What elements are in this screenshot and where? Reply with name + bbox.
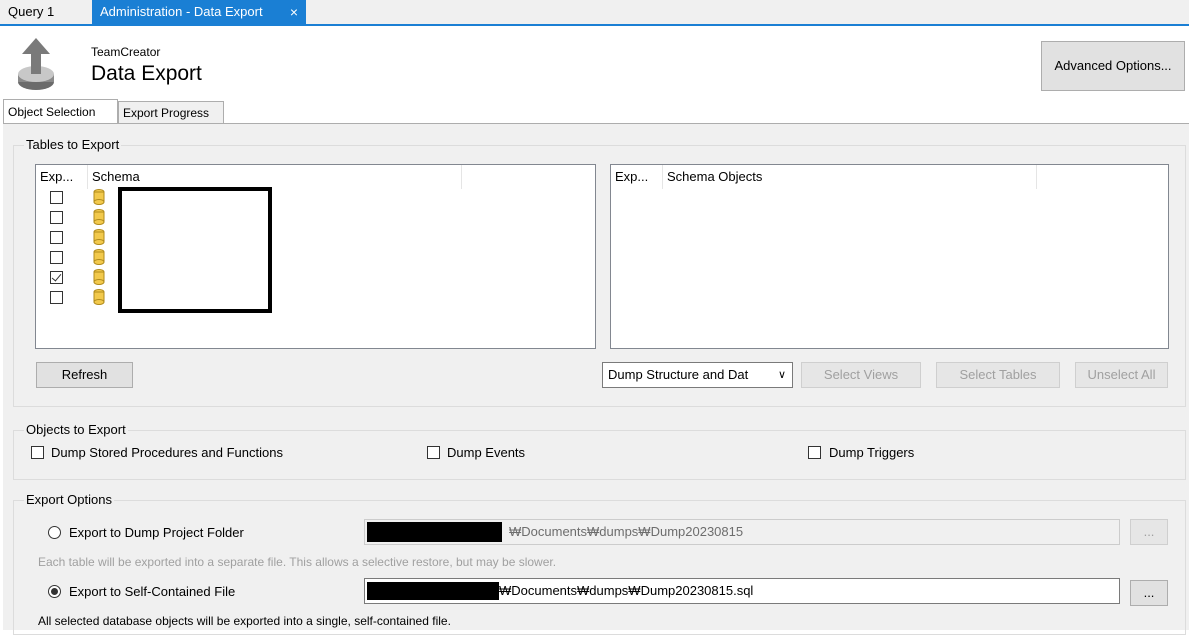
- refresh-button[interactable]: Refresh: [36, 362, 133, 388]
- schema-checkbox[interactable]: [50, 211, 63, 224]
- export-project-folder-label: Export to Dump Project Folder: [69, 525, 244, 540]
- advanced-options-button[interactable]: Advanced Options...: [1041, 41, 1185, 91]
- dump-mode-select[interactable]: Dump Structure and Dat ∨: [602, 362, 793, 388]
- tab-object-selection[interactable]: Object Selection: [3, 99, 118, 123]
- unselect-all-button[interactable]: Unselect All: [1075, 362, 1168, 388]
- document-tab-strip: Query 1 Administration - Data Export ×: [0, 0, 1189, 26]
- database-icon: [93, 249, 105, 265]
- tab-query-1[interactable]: Query 1: [0, 0, 90, 24]
- schema-checkbox[interactable]: [50, 271, 63, 284]
- database-icon: [93, 229, 105, 245]
- export-self-contained-label: Export to Self-Contained File: [69, 584, 236, 599]
- schema-checkbox[interactable]: [50, 191, 63, 204]
- column-schema-objects[interactable]: Schema Objects: [663, 165, 1037, 189]
- self-contained-note: All selected database objects will be ex…: [38, 614, 451, 628]
- schema-objects-list[interactable]: Exp... Schema Objects: [610, 164, 1169, 349]
- browse-project-folder-button[interactable]: ...: [1130, 519, 1168, 545]
- tab-data-export[interactable]: Administration - Data Export ×: [92, 0, 306, 24]
- tab-export-progress[interactable]: Export Progress: [118, 101, 224, 123]
- dump-stored-procedures-label: Dump Stored Procedures and Functions: [51, 445, 283, 460]
- database-icon: [93, 189, 105, 205]
- redacted-path: [367, 522, 502, 542]
- browse-self-contained-button[interactable]: ...: [1130, 580, 1168, 606]
- database-icon: [93, 289, 105, 305]
- export-upload-icon: [18, 38, 54, 90]
- dump-events-checkbox[interactable]: [427, 446, 440, 459]
- export-options-title: Export Options: [24, 492, 114, 507]
- dump-events-label: Dump Events: [447, 445, 526, 460]
- close-icon[interactable]: ×: [290, 0, 298, 24]
- dump-triggers-checkbox[interactable]: [808, 446, 821, 459]
- objects-to-export-title: Objects to Export: [24, 422, 128, 437]
- schema-objects-header: Exp... Schema Objects: [611, 165, 1168, 189]
- export-project-folder-radio[interactable]: [48, 526, 61, 539]
- project-folder-path: ₩Documents₩dumps₩Dump20230815: [509, 524, 744, 539]
- dump-stored-procedures-checkbox[interactable]: [31, 446, 44, 459]
- project-folder-note: Each table will be exported into a separ…: [38, 555, 557, 569]
- column-export[interactable]: Exp...: [36, 165, 88, 189]
- schema-checkbox[interactable]: [50, 291, 63, 304]
- redacted-path: [367, 582, 499, 600]
- schema-list-header: Exp... Schema: [36, 165, 595, 189]
- schema-list[interactable]: Exp... Schema: [35, 164, 596, 349]
- export-self-contained-radio[interactable]: [48, 585, 61, 598]
- self-contained-path: ₩Documents₩dumps₩Dump20230815.sql: [499, 583, 754, 598]
- select-tables-button[interactable]: Select Tables: [936, 362, 1060, 388]
- connection-name: TeamCreator: [91, 45, 161, 59]
- database-icon: [93, 269, 105, 285]
- schema-checkbox[interactable]: [50, 251, 63, 264]
- database-icon: [93, 209, 105, 225]
- tables-to-export-title: Tables to Export: [24, 137, 122, 152]
- select-views-button[interactable]: Select Views: [801, 362, 921, 388]
- schema-checkbox[interactable]: [50, 231, 63, 244]
- page-title: Data Export: [91, 62, 202, 85]
- tab-label: Administration - Data Export: [100, 4, 263, 19]
- dump-mode-value: Dump Structure and Dat: [608, 367, 749, 382]
- redacted-schema-names: [118, 187, 272, 313]
- chevron-down-icon: ∨: [777, 369, 786, 381]
- column-export[interactable]: Exp...: [611, 165, 663, 189]
- column-schema[interactable]: Schema: [88, 165, 462, 189]
- dump-triggers-label: Dump Triggers: [829, 445, 915, 460]
